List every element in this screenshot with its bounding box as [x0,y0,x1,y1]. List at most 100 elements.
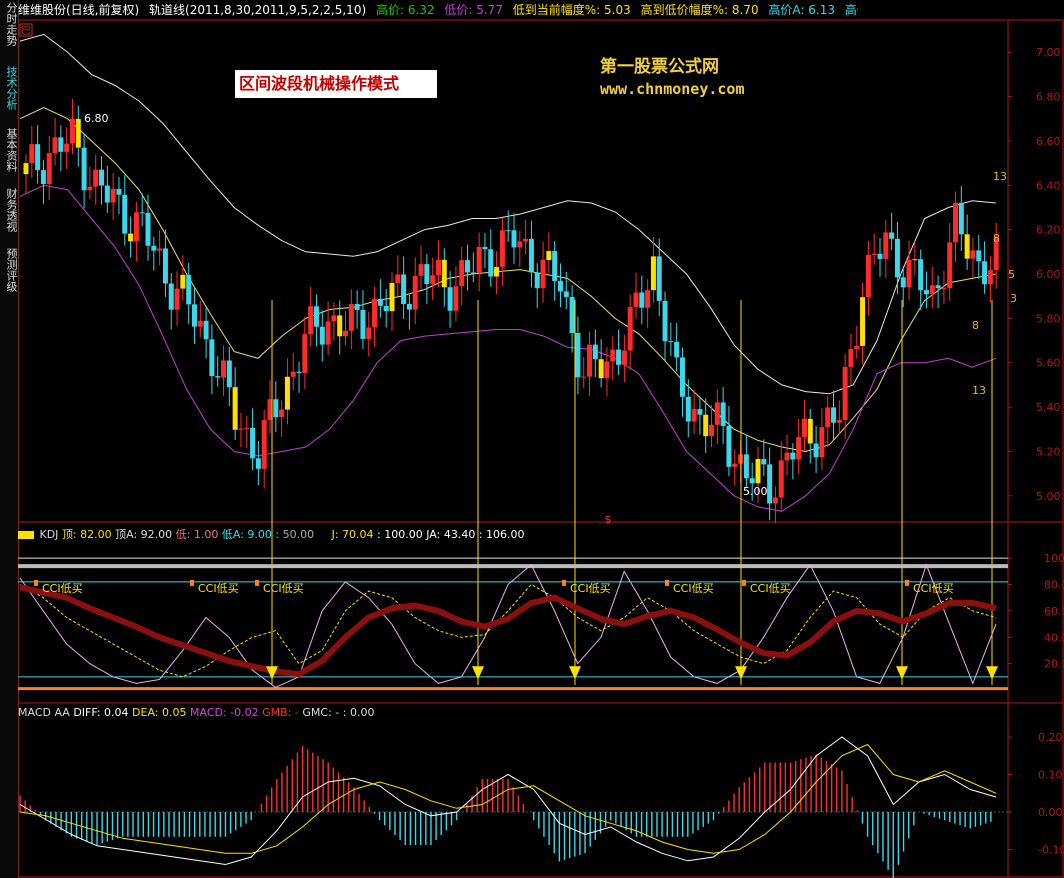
kdj-100: : 100.00 [377,528,423,541]
candle-body [412,275,418,310]
candle-body [23,163,29,175]
candle-body [325,321,331,345]
candle-body [418,264,424,276]
tab-financials[interactable]: 财务透视 [1,188,18,236]
candle-body [377,298,383,306]
macd-tick-label: 0.00 [1038,806,1063,819]
candle-body [331,315,337,322]
candle-body [191,304,197,327]
candle-body [128,233,134,242]
candle-body [906,259,912,288]
candle-body [941,288,947,290]
candle-body [273,399,279,418]
candle-body [465,260,471,273]
peak-annotation: 6.80 [84,112,109,125]
candle-body [35,144,41,171]
high-a: 高价A: 6.13 [768,3,835,17]
candle-body [238,428,244,430]
candle-body [860,297,866,346]
candle-body [813,443,819,458]
stock-chart: 巴 7.00 6.80 6.60 6.40 6.20 6.00 5.80 5.60 5.40 5.2… [18,19,1064,878]
candle-body [290,371,296,377]
candle-body [470,272,476,274]
candle-body [976,250,982,262]
tab-intraday[interactable]: 分时走势 [1,2,18,50]
candle-body [93,169,99,187]
candle-body [604,361,610,379]
candle-body [563,291,569,297]
macd-tick-label: 0.20 [1038,731,1063,744]
fib-3: 3 [1010,292,1017,305]
candle-body [499,230,505,267]
candle-body [546,251,552,261]
candle-body [203,320,209,340]
candle-body [302,334,308,373]
candle-body [441,259,447,288]
candle-body [244,427,250,429]
candle-body [523,238,529,242]
candle-body [987,270,993,285]
candle-body [366,327,372,339]
candle-body [29,144,35,164]
candle-body [714,402,720,425]
candle-body [459,260,465,287]
cci-marker [190,579,194,586]
candle-body [703,414,709,437]
candle-body [836,419,842,423]
candle-body [75,118,81,148]
candle-body [284,376,290,410]
macd-zero: : 0.00 [342,706,375,719]
candle-body [982,261,988,285]
candle-body [279,409,285,418]
price-tick-label: 6.80 [1036,91,1061,104]
candle-body [929,285,935,295]
macd-tick-label: -0.10 [1038,844,1064,857]
cci-buy-label: CCI低买 [750,582,791,595]
macd-tick-label: 0.10 [1038,769,1063,782]
tab-forecast[interactable]: 预测评级 [1,248,18,296]
high-b: 高价B: 6.00 [844,3,858,17]
candle-body [435,259,441,276]
kdj-tick-label: 80.00 [1044,579,1064,592]
kdj-tick-label: 40.00 [1044,631,1064,644]
kdj-name: KDJ [39,528,59,541]
candle-body [197,320,203,327]
candle-body [505,230,511,232]
fib-8-top: 8 [993,232,1000,245]
kdj-tick-label: 100.00 [1044,552,1064,565]
candle-body [825,407,831,428]
candle-body [801,418,807,438]
tab-technical[interactable]: 技术分析 [1,66,18,114]
candle-body [784,452,790,461]
kdj-tick-label: 60.00 [1044,605,1064,618]
price-tick-label: 5.40 [1036,401,1061,414]
candle-body [685,396,691,422]
candle-body [720,402,726,426]
price-tick-label: 5.80 [1036,312,1061,325]
price-tick-label: 6.20 [1036,224,1061,237]
cci-buy-label: CCI低买 [913,582,954,595]
candle-body [69,118,75,144]
candle-body [133,212,139,242]
candle-body [645,290,651,308]
candle-body [877,253,883,259]
cci-buy-label: CCI低买 [673,582,714,595]
candle-body [494,266,500,277]
candle-body [406,303,412,310]
candle-body [552,251,558,281]
candle-body [778,460,784,498]
candle-body [726,425,732,467]
trough-annotation: 5.00 [743,485,768,498]
candle-body [592,344,598,360]
cci-marker [34,579,38,586]
candle-body [209,339,215,377]
tab-fundamentals[interactable]: 基本资料 [1,128,18,176]
candle-body [528,238,534,273]
buy-arrow-icon [472,666,484,680]
macd-diff: DIFF: 0.04 [73,706,129,719]
candle-body [517,241,523,248]
cci-marker [562,579,566,586]
buy-arrow-icon [569,666,581,680]
kdj-106: : 106.00 [478,528,525,541]
candle-body [313,306,319,327]
